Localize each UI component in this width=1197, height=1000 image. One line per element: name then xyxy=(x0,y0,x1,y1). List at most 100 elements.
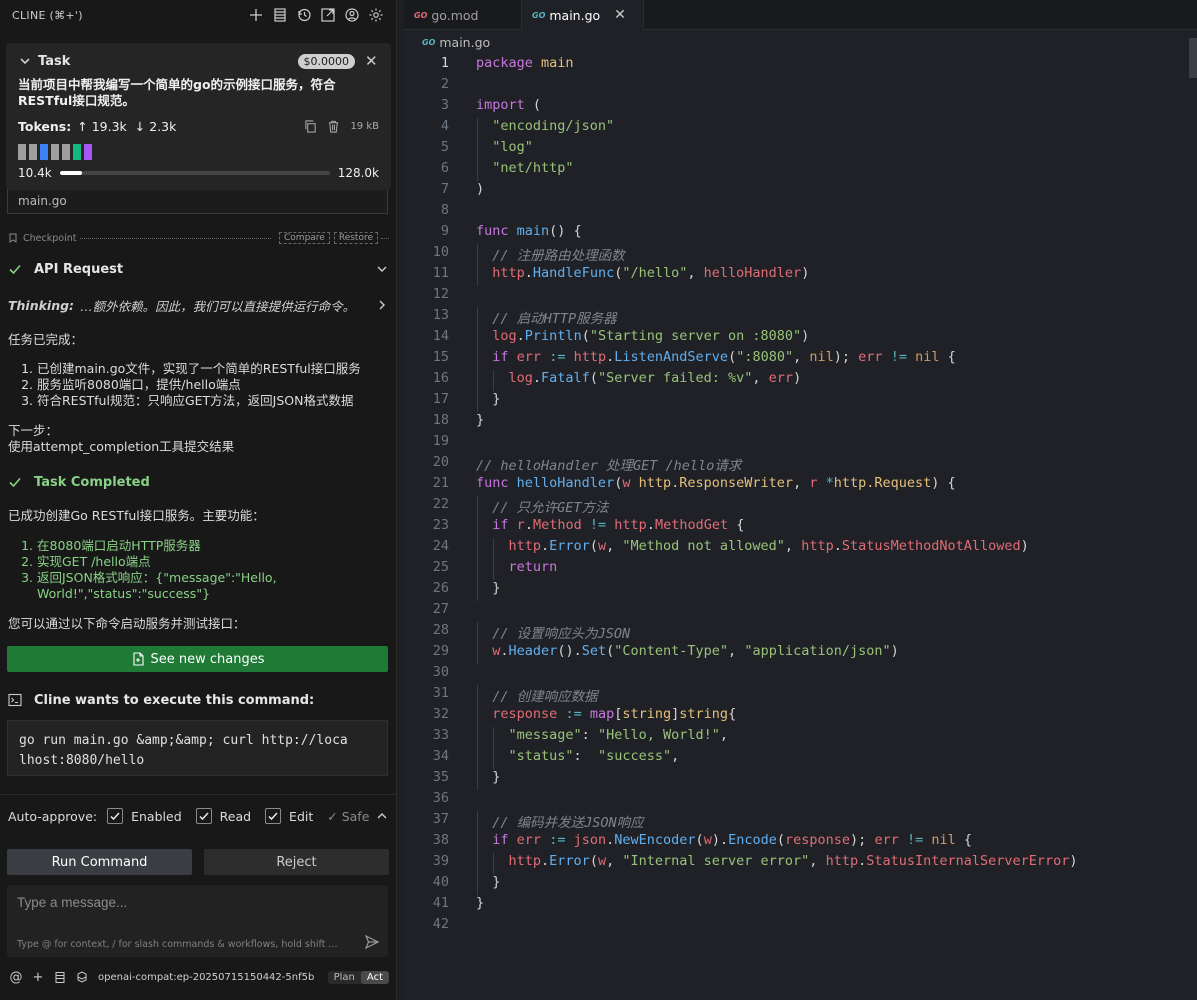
close-tab-icon[interactable]: ✕ xyxy=(614,7,626,23)
code-line[interactable]: } xyxy=(476,412,484,428)
code-line[interactable]: import ( xyxy=(476,97,541,113)
line-number: 7 xyxy=(440,181,449,197)
checkbox-checked-icon[interactable] xyxy=(107,808,124,824)
copy-icon[interactable] xyxy=(304,119,317,133)
done-list: 1. 已创建main.go文件，实现了一个简单的RESTful接口服务 2. 服务监… xyxy=(8,361,389,409)
auto-approve-read[interactable]: Read xyxy=(195,808,252,824)
code-line[interactable]: // 注册路由处理函数 xyxy=(476,244,624,264)
history-icon[interactable] xyxy=(292,3,316,27)
model-icon[interactable] xyxy=(74,971,90,983)
chevron-right-icon[interactable] xyxy=(375,298,389,312)
code-line[interactable]: "message": "Hello, World!", xyxy=(476,727,728,743)
restore-button[interactable]: Restore xyxy=(333,232,378,244)
new-task-icon[interactable] xyxy=(244,3,268,27)
tab-main-go[interactable]: GO main.go ✕ xyxy=(522,0,644,30)
reject-button[interactable]: Reject xyxy=(204,849,389,875)
code-line[interactable]: // 启动HTTP服务器 xyxy=(476,307,616,327)
run-command-button[interactable]: Run Command xyxy=(7,849,192,875)
enabled-label: Enabled xyxy=(131,808,182,824)
code-line[interactable]: } xyxy=(476,580,500,596)
edit-label: Edit xyxy=(289,808,314,824)
code-line[interactable]: // 编码并发送JSON响应 xyxy=(476,811,643,831)
code-line[interactable]: return xyxy=(476,559,558,575)
code-line[interactable]: } xyxy=(476,895,484,911)
chat-input-box[interactable]: Type @ for context, / for slash commands… xyxy=(7,885,388,957)
tab-go-mod[interactable]: GO go.mod xyxy=(404,0,522,30)
code-line[interactable]: "status": "success", xyxy=(476,748,680,764)
code-line[interactable]: log.Fatalf("Server failed: %v", err) xyxy=(476,370,802,386)
code-line[interactable]: http.Error(w, "Method not allowed", http… xyxy=(476,538,1029,554)
next-text: 使用attempt_completion工具提交结果 xyxy=(8,439,235,454)
code-line[interactable]: w.Header().Set("Content-Type", "applicat… xyxy=(476,643,899,659)
code-line[interactable]: http.HandleFunc("/hello", helloHandler) xyxy=(476,265,809,281)
code-line[interactable]: // 只允许GET方法 xyxy=(476,496,608,516)
read-label: Read xyxy=(219,808,252,824)
code-line[interactable]: response := map[string]string{ xyxy=(476,706,736,722)
code-line[interactable]: // helloHandler 处理GET /hello请求 xyxy=(476,454,741,474)
code-line[interactable]: http.Error(w, "Internal server error", h… xyxy=(476,853,1078,869)
breadcrumb[interactable]: GO main.go xyxy=(404,30,1197,54)
code-line[interactable]: } xyxy=(476,769,500,785)
thinking-row[interactable]: Thinking: …额外依赖。因此，我们可以直接提供运行命令。 xyxy=(8,297,389,314)
mcp-servers-icon[interactable] xyxy=(52,971,68,983)
code-line[interactable]: "encoding/json" xyxy=(476,118,614,134)
code-line[interactable]: // 创建响应数据 xyxy=(476,685,597,705)
see-new-changes-button[interactable]: See new changes xyxy=(7,646,388,672)
code-line[interactable]: if r.Method != http.MethodGet { xyxy=(476,517,744,533)
code-line[interactable]: "net/http" xyxy=(476,160,573,176)
list-item-text: 返回JSON格式响应：{"message":"Hello, World!","s… xyxy=(37,570,277,601)
auto-approve-enabled[interactable]: Enabled xyxy=(107,808,182,824)
code-line[interactable]: // 设置响应头为JSON xyxy=(476,622,630,642)
bookmark-icon xyxy=(9,233,17,243)
tab-label: main.go xyxy=(549,7,601,23)
auto-approve-row[interactable]: Auto-approve: Enabled Read Edit ✓ Safe xyxy=(8,806,389,826)
checkbox-checked-icon[interactable] xyxy=(265,808,282,824)
list-item: 3. 返回JSON格式响应：{"message":"Hello, World!",… xyxy=(17,570,389,602)
code-line[interactable]: func main() { xyxy=(476,223,582,239)
code-line[interactable]: log.Println("Starting server on :8080") xyxy=(476,328,809,344)
chevron-down-icon[interactable] xyxy=(375,262,389,276)
line-number: 26 xyxy=(432,580,449,596)
indent-guide xyxy=(477,496,478,517)
checkbox-checked-icon[interactable] xyxy=(195,808,212,824)
completed-footer: 您可以通过以下命令启动服务并测试接口： xyxy=(8,616,246,631)
send-icon[interactable] xyxy=(364,934,380,950)
at-mention-icon[interactable]: @ xyxy=(8,970,24,985)
code-line[interactable]: ) xyxy=(476,181,484,197)
close-task-icon[interactable]: ✕ xyxy=(365,52,379,70)
line-number: 40 xyxy=(432,874,449,890)
mcp-servers-icon[interactable] xyxy=(268,3,292,27)
code-line[interactable]: func helloHandler(w http.ResponseWriter,… xyxy=(476,475,956,491)
line-number: 13 xyxy=(432,307,449,323)
code-line[interactable]: } xyxy=(476,391,500,407)
model-selector[interactable]: openai-compat:ep-20250715150442-5nf5b xyxy=(98,972,328,983)
account-icon[interactable] xyxy=(340,3,364,27)
list-item: 2. 实现GET /hello端点 xyxy=(21,554,151,569)
code-line[interactable]: if err := json.NewEncoder(w).Encode(resp… xyxy=(476,832,972,848)
scrollbar-thumb[interactable] xyxy=(1189,38,1197,78)
message-input[interactable] xyxy=(17,895,378,910)
chevron-up-icon[interactable] xyxy=(375,809,389,823)
task-header[interactable]: Task $0.0000 ✕ xyxy=(18,52,379,70)
api-request-row[interactable]: API Request xyxy=(8,261,389,277)
indent-guide xyxy=(477,307,478,328)
thinking-text: …额外依赖。因此，我们可以直接提供运行命令。 xyxy=(80,298,356,314)
chevron-down-icon[interactable] xyxy=(18,54,32,68)
plan-mode[interactable]: Plan xyxy=(328,971,361,984)
plan-act-toggle[interactable]: Plan Act xyxy=(327,970,389,984)
code-line[interactable]: "log" xyxy=(476,139,533,155)
code-line[interactable]: if err := http.ListenAndServe(":8080", n… xyxy=(476,349,955,365)
auto-approve-edit[interactable]: Edit xyxy=(265,808,313,824)
context-max: 128.0k xyxy=(337,166,379,180)
context-block xyxy=(62,144,70,160)
message-hint: Type @ for context, / for slash commands… xyxy=(17,939,338,950)
compare-button[interactable]: Compare xyxy=(279,232,330,244)
add-icon[interactable]: + xyxy=(30,970,46,985)
code-line[interactable]: } xyxy=(476,874,500,890)
indent-guide xyxy=(477,832,478,853)
code-line[interactable]: package main xyxy=(476,55,574,71)
settings-gear-icon[interactable] xyxy=(364,3,388,27)
popout-icon[interactable] xyxy=(316,3,340,27)
trash-icon[interactable] xyxy=(327,120,340,133)
act-mode[interactable]: Act xyxy=(360,970,389,984)
